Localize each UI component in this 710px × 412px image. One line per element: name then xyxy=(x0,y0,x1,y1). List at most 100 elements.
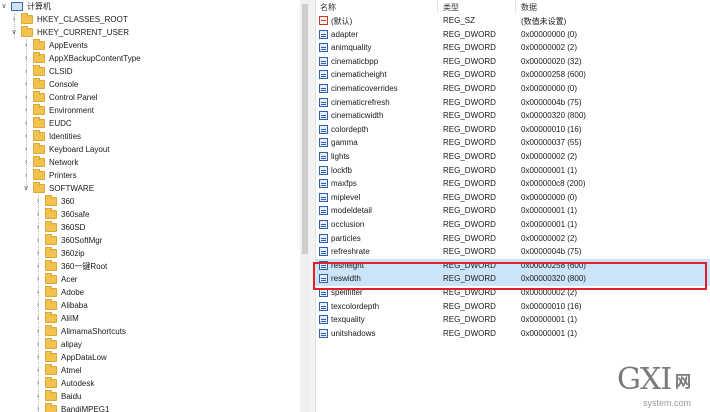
tree-node[interactable]: › Printers xyxy=(22,169,77,182)
value-data: 0x00000002 (2) xyxy=(521,233,578,243)
chevron-right-icon[interactable]: › xyxy=(34,299,42,312)
column-divider[interactable] xyxy=(437,0,438,13)
tree-root-computer[interactable]: ∨ 计算机 xyxy=(0,0,51,13)
value-row[interactable]: particles REG_DWORD 0x00000002 (2) xyxy=(316,232,710,246)
tree-node[interactable]: › Atmel xyxy=(34,364,81,377)
tree-node[interactable]: › alipay xyxy=(34,338,82,351)
value-row[interactable]: unitshadows REG_DWORD 0x00000001 (1) xyxy=(316,327,710,341)
tree-node[interactable]: › AlimamaShortcuts xyxy=(34,325,126,338)
chevron-down-icon[interactable]: ∨ xyxy=(22,182,30,195)
chevron-right-icon[interactable]: › xyxy=(34,325,42,338)
chevron-right-icon[interactable]: › xyxy=(34,273,42,286)
chevron-right-icon[interactable]: › xyxy=(22,39,30,52)
dword-value-icon xyxy=(319,328,328,338)
tree-node[interactable]: › Environment xyxy=(22,104,94,117)
value-row[interactable]: texquality REG_DWORD 0x00000001 (1) xyxy=(316,313,710,327)
tree-node[interactable]: ∨ HKEY_CURRENT_USER xyxy=(10,26,129,39)
tree-node[interactable]: ∨ SOFTWARE xyxy=(22,182,94,195)
tree-node[interactable]: › Baidu xyxy=(34,390,81,403)
column-header-name[interactable]: 名称 xyxy=(320,2,336,13)
chevron-right-icon[interactable]: › xyxy=(34,338,42,351)
chevron-right-icon[interactable]: › xyxy=(22,130,30,143)
tree-node[interactable]: › HKEY_CLASSES_ROOT xyxy=(10,13,128,26)
tree-node[interactable]: › Console xyxy=(22,78,78,91)
tree-node[interactable]: › AppXBackupContentType xyxy=(22,52,141,65)
dword-value-icon xyxy=(319,206,328,216)
chevron-right-icon[interactable]: › xyxy=(34,403,42,412)
value-row[interactable]: modeldetail REG_DWORD 0x00000001 (1) xyxy=(316,204,710,218)
tree-scrollbar[interactable] xyxy=(300,0,310,412)
chevron-right-icon[interactable]: › xyxy=(34,286,42,299)
value-row[interactable]: cinematicrefresh REG_DWORD 0x0000004b (75) xyxy=(316,96,710,110)
dword-value-icon xyxy=(319,165,328,175)
scrollbar-thumb[interactable] xyxy=(302,4,308,254)
tree-node[interactable]: › Acer xyxy=(34,273,77,286)
chevron-right-icon[interactable]: › xyxy=(34,208,42,221)
tree-node[interactable]: › 360safe xyxy=(34,208,89,221)
chevron-right-icon[interactable]: › xyxy=(22,65,30,78)
tree-node[interactable]: › 360 xyxy=(34,195,74,208)
value-row[interactable]: cinematicbpp REG_DWORD 0x00000020 (32) xyxy=(316,55,710,69)
chevron-right-icon[interactable]: › xyxy=(34,221,42,234)
value-row[interactable]: lights REG_DWORD 0x00000002 (2) xyxy=(316,150,710,164)
value-row[interactable]: cinematicwidth REG_DWORD 0x00000320 (800) xyxy=(316,109,710,123)
value-row[interactable]: gamma REG_DWORD 0x00000037 (55) xyxy=(316,136,710,150)
chevron-right-icon[interactable]: › xyxy=(22,52,30,65)
chevron-down-icon[interactable]: ∨ xyxy=(10,26,18,39)
value-row[interactable]: texcolordepth REG_DWORD 0x00000010 (16) xyxy=(316,300,710,314)
chevron-right-icon[interactable]: › xyxy=(34,390,42,403)
chevron-right-icon[interactable]: › xyxy=(34,377,42,390)
chevron-right-icon[interactable]: › xyxy=(34,312,42,325)
chevron-right-icon[interactable]: › xyxy=(34,234,42,247)
chevron-right-icon[interactable]: › xyxy=(34,364,42,377)
value-row[interactable]: cinematicoverrides REG_DWORD 0x00000000 (0… xyxy=(316,82,710,96)
column-divider[interactable] xyxy=(515,0,516,13)
tree-node[interactable]: › AliIM xyxy=(34,312,79,325)
tree-node[interactable]: › AppEvents xyxy=(22,39,88,52)
chevron-right-icon[interactable]: › xyxy=(22,91,30,104)
chevron-right-icon[interactable]: › xyxy=(10,13,18,26)
tree-node[interactable]: › Identities xyxy=(22,130,81,143)
column-header-data[interactable]: 数据 xyxy=(521,2,537,13)
chevron-right-icon[interactable]: › xyxy=(34,260,42,273)
chevron-right-icon[interactable]: › xyxy=(34,247,42,260)
value-type: REG_DWORD xyxy=(443,84,496,93)
value-row[interactable]: adapter REG_DWORD 0x00000000 (0) xyxy=(316,28,710,42)
tree-node[interactable]: › Autodesk xyxy=(34,377,94,390)
column-header-type[interactable]: 类型 xyxy=(443,2,459,13)
tree-node[interactable]: › Keyboard Layout xyxy=(22,143,110,156)
chevron-right-icon[interactable]: › xyxy=(34,351,42,364)
tree-node-label: AppXBackupContentType xyxy=(49,54,141,63)
value-row[interactable]: lockfb REG_DWORD 0x00000001 (1) xyxy=(316,164,710,178)
tree-node[interactable]: › Adobe xyxy=(34,286,84,299)
tree-node[interactable]: › 360一键Root xyxy=(34,260,107,273)
value-type: REG_SZ xyxy=(443,16,476,25)
chevron-right-icon[interactable]: › xyxy=(22,104,30,117)
chevron-right-icon[interactable]: › xyxy=(22,78,30,91)
tree-node[interactable]: › AppDataLow xyxy=(34,351,107,364)
tree-node[interactable]: › BandiMPEG1 xyxy=(34,403,109,412)
tree-node[interactable]: › Network xyxy=(22,156,78,169)
tree-node[interactable]: › 360zip xyxy=(34,247,85,260)
value-row[interactable]: maxfps REG_DWORD 0x000000c8 (200) xyxy=(316,177,710,191)
tree-node[interactable]: › Control Panel xyxy=(22,91,97,104)
tree-node[interactable]: › EUDC xyxy=(22,117,72,130)
chevron-right-icon[interactable]: › xyxy=(22,117,30,130)
value-row[interactable]: (默认) REG_SZ (数值未设置) xyxy=(316,14,710,28)
chevron-right-icon[interactable]: › xyxy=(22,169,30,182)
chevron-right-icon[interactable]: › xyxy=(22,143,30,156)
tree-node[interactable]: › CLSID xyxy=(22,65,73,78)
chevron-right-icon[interactable]: › xyxy=(34,195,42,208)
tree-node[interactable]: › Alibaba xyxy=(34,299,88,312)
tree-node[interactable]: › 360SoftMgr xyxy=(34,234,102,247)
value-row[interactable]: miplevel REG_DWORD 0x00000000 (0) xyxy=(316,191,710,205)
tree-node-label: SOFTWARE xyxy=(49,184,95,193)
value-row[interactable]: occlusion REG_DWORD 0x00000001 (1) xyxy=(316,218,710,232)
value-row[interactable]: colordepth REG_DWORD 0x00000010 (16) xyxy=(316,123,710,137)
value-row[interactable]: animquality REG_DWORD 0x00000002 (2) xyxy=(316,41,710,55)
value-row[interactable]: cinematicheight REG_DWORD 0x00000258 (600) xyxy=(316,68,710,82)
chevron-down-icon[interactable]: ∨ xyxy=(0,0,8,13)
value-row[interactable]: refreshrate REG_DWORD 0x0000004b (75) xyxy=(316,245,710,259)
tree-node[interactable]: › 360SD xyxy=(34,221,85,234)
chevron-right-icon[interactable]: › xyxy=(22,156,30,169)
